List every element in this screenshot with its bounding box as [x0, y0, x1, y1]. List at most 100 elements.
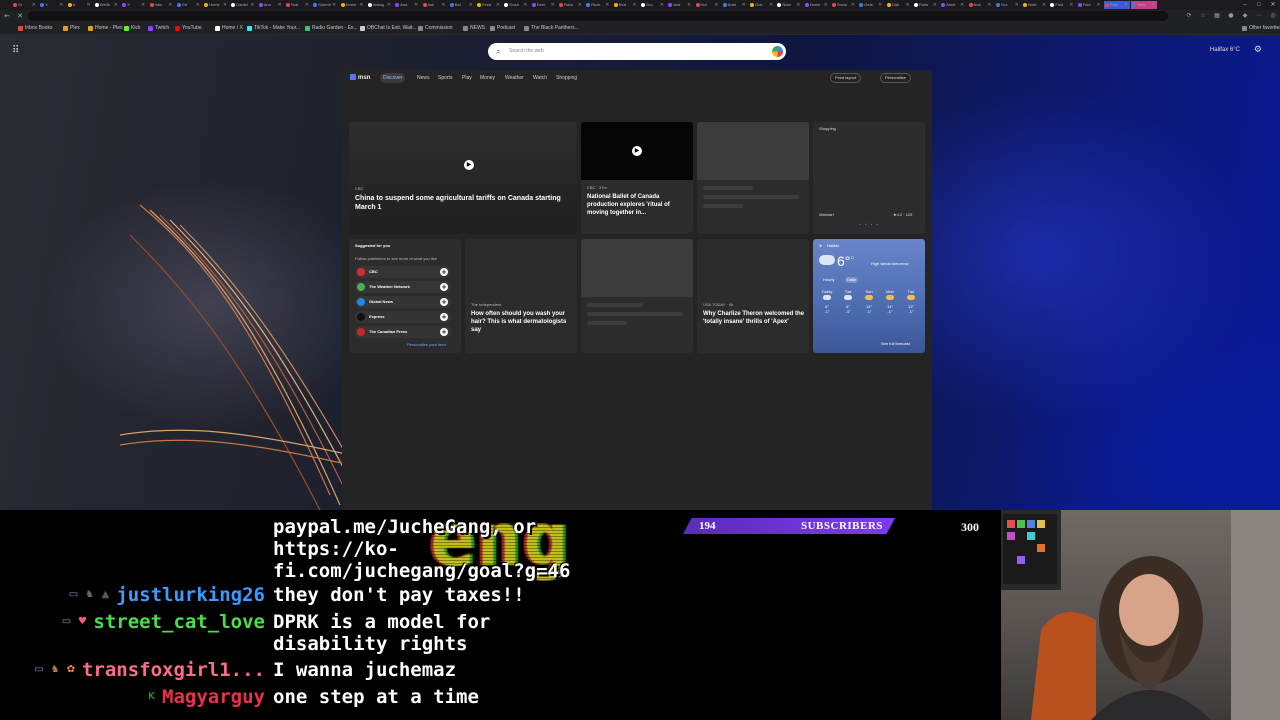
weather-alert[interactable]: High winds tomorrow — [871, 261, 921, 267]
follow-plus-icon[interactable]: + — [440, 283, 448, 291]
url-input[interactable] — [28, 11, 1168, 21]
tab-shopping[interactable]: Shopping — [553, 73, 580, 83]
tab-close-icon[interactable]: ✕ — [359, 1, 363, 9]
profile-icon[interactable]: ● — [1226, 11, 1236, 21]
tab-close-icon[interactable]: ✕ — [687, 1, 691, 9]
follow-plus-icon[interactable]: + — [440, 328, 448, 336]
card-headline[interactable]: How often should you wash your hair? Thi… — [471, 310, 575, 334]
browser-tab[interactable]: Note ✕ — [1022, 1, 1048, 9]
browser-tab[interactable]: Ano ✕ — [258, 1, 284, 9]
browser-tab[interactable]: Gro ✕ — [640, 1, 666, 9]
tab-close-icon[interactable]: ✕ — [1069, 1, 1073, 9]
browser-tab[interactable]: Home ✕ — [203, 1, 229, 9]
maximize-icon[interactable]: □ — [1252, 0, 1266, 10]
copilot-icon[interactable]: ◆ — [1240, 11, 1250, 21]
tab-close-icon[interactable]: ✕ — [960, 1, 964, 9]
tab-sports[interactable]: Sports — [435, 73, 455, 83]
publisher-row[interactable]: The Weather Network + — [355, 281, 451, 293]
tab-close-icon[interactable]: ✕ — [550, 1, 554, 9]
tab-close-icon[interactable]: ✕ — [1151, 1, 1155, 9]
tab-close-icon[interactable]: ✕ — [632, 1, 636, 9]
theron-news-card[interactable]: USA TODAY · 4h Why Charlize Theron welco… — [697, 239, 809, 353]
bookmark-item[interactable]: YouTube — [175, 24, 202, 33]
browser-tab[interactable]: Feed ✕ — [476, 1, 502, 9]
weather-card[interactable]: ➤ Halifax 6° C High winds tomorrow Hourl… — [813, 239, 925, 353]
ballet-news-card[interactable]: ▶ CBC · 37m National Ballet of Canada pr… — [581, 122, 693, 234]
browser-tab[interactable]: Fold ✕ — [1104, 1, 1130, 9]
tab-news[interactable]: News — [414, 73, 433, 83]
play-icon[interactable]: ▶ — [464, 160, 474, 170]
tab-close-icon[interactable]: ✕ — [523, 1, 527, 9]
browser-tab[interactable]: Ana ✕ — [394, 1, 420, 9]
feed-layout-button[interactable]: Feed layout — [830, 73, 861, 83]
hair-news-card[interactable]: The Independent How often should you was… — [465, 239, 577, 353]
browser-tab[interactable]: Sunlo ✕ — [831, 1, 857, 9]
tab-close-icon[interactable]: ✕ — [32, 1, 36, 9]
card-headline[interactable]: China to suspend some agricultural tarif… — [355, 194, 573, 212]
tab-close-icon[interactable]: ✕ — [769, 1, 773, 9]
browser-tab[interactable]: Wellb ✕ — [94, 1, 120, 9]
browser-tab[interactable]: Ask ✕ — [422, 1, 448, 9]
tab-close-icon[interactable]: ✕ — [86, 1, 90, 9]
tab-close-icon[interactable]: ✕ — [277, 1, 281, 9]
forecast-day[interactable]: Today 6° -1° — [817, 289, 837, 314]
tab-close-icon[interactable]: ✕ — [905, 1, 909, 9]
extensions-icon[interactable]: ⟳ — [1184, 11, 1194, 21]
browser-tab[interactable]: Fold ✕ — [1049, 1, 1075, 9]
browser-tab[interactable]: Gos ✕ — [749, 1, 775, 9]
browser-tab[interactable]: Instag ✕ — [367, 1, 393, 9]
tab-close-icon[interactable]: ✕ — [714, 1, 718, 9]
search-placeholder[interactable]: Search the web — [509, 43, 544, 60]
tab-watch[interactable]: Watch — [530, 73, 550, 83]
bookmark-item[interactable]: NEWS — [463, 24, 485, 33]
more-icon[interactable]: ⋯ — [1254, 11, 1264, 21]
publisher-row[interactable]: Global News + — [355, 296, 451, 308]
browser-tab[interactable]: Ana ✕ — [667, 1, 693, 9]
browser-tab[interactable]: Ricer ✕ — [585, 1, 611, 9]
tab-close-icon[interactable]: ✕ — [469, 1, 473, 9]
bookmark-item[interactable]: Radio Garden - Ex... — [305, 24, 358, 33]
carousel-dots[interactable]: • • • • — [859, 222, 879, 228]
web-search-box[interactable]: ⌕ Search the web — [488, 43, 786, 60]
browser-tab[interactable]: Reel ✕ — [531, 1, 557, 9]
tab-close-icon[interactable]: ✕ — [332, 1, 336, 9]
bookmark-item[interactable]: OBChat Is Exit, Wait... — [360, 24, 417, 33]
tab-close-icon[interactable]: ✕ — [987, 1, 991, 9]
personalize-feed-link[interactable]: Personalize your feed — [407, 342, 446, 348]
publisher-row[interactable]: Express + — [355, 311, 451, 323]
back-icon[interactable]: ← — [2, 11, 12, 21]
bookmark-item[interactable]: Home / X — [215, 24, 243, 33]
close-icon[interactable]: ✕ — [15, 11, 25, 21]
browser-tab[interactable]: Gl ✕ — [12, 1, 38, 9]
tab-close-icon[interactable]: ✕ — [414, 1, 418, 9]
tab-close-icon[interactable]: ✕ — [796, 1, 800, 9]
browser-tab[interactable]: Sub ✕ — [285, 1, 311, 9]
tab-close-icon[interactable]: ✕ — [1015, 1, 1019, 9]
tab-close-icon[interactable]: ✕ — [196, 1, 200, 9]
tab-close-icon[interactable]: ✕ — [1096, 1, 1100, 9]
browser-tab[interactable]: Rack ✕ — [558, 1, 584, 9]
forecast-day[interactable]: Tue 13° -1° — [901, 289, 921, 314]
tab-play[interactable]: Play — [459, 73, 475, 83]
bookmark-item[interactable]: Other favorites — [1242, 24, 1280, 33]
card-headline[interactable]: Why Charlize Theron welcomed the 'totall… — [703, 310, 807, 326]
follow-plus-icon[interactable]: + — [440, 298, 448, 306]
window-close-icon[interactable]: ✕ — [1266, 0, 1280, 10]
bookmark-item[interactable]: Kick — [124, 24, 140, 33]
follow-plus-icon[interactable]: + — [440, 313, 448, 321]
publisher-row[interactable]: The Canadian Press + — [355, 326, 451, 338]
browser-tab[interactable]: Fold ✕ — [1077, 1, 1103, 9]
tab-close-icon[interactable]: ✕ — [305, 1, 309, 9]
tab-close-icon[interactable]: ✕ — [578, 1, 582, 9]
follow-plus-icon[interactable]: + — [440, 268, 448, 276]
tab-close-icon[interactable]: ✕ — [223, 1, 227, 9]
browser-tab[interactable]: Amer ✕ — [940, 1, 966, 9]
minimize-icon[interactable]: – — [1238, 0, 1252, 10]
weather-summary[interactable]: Halifax 6°C — [1210, 45, 1240, 55]
forecast-day[interactable]: Sun 14° -1° — [859, 289, 879, 314]
tab-close-icon[interactable]: ✕ — [441, 1, 445, 9]
card-headline[interactable]: National Ballet of Canada production exp… — [587, 193, 691, 217]
settings-gear-icon[interactable]: ⚙ — [1254, 44, 1262, 56]
browser-tab[interactable]: Bal ✕ — [449, 1, 475, 9]
shopping-card[interactable]: Shopping Walmart ★4.2 · 125 • • • • — [813, 122, 925, 234]
